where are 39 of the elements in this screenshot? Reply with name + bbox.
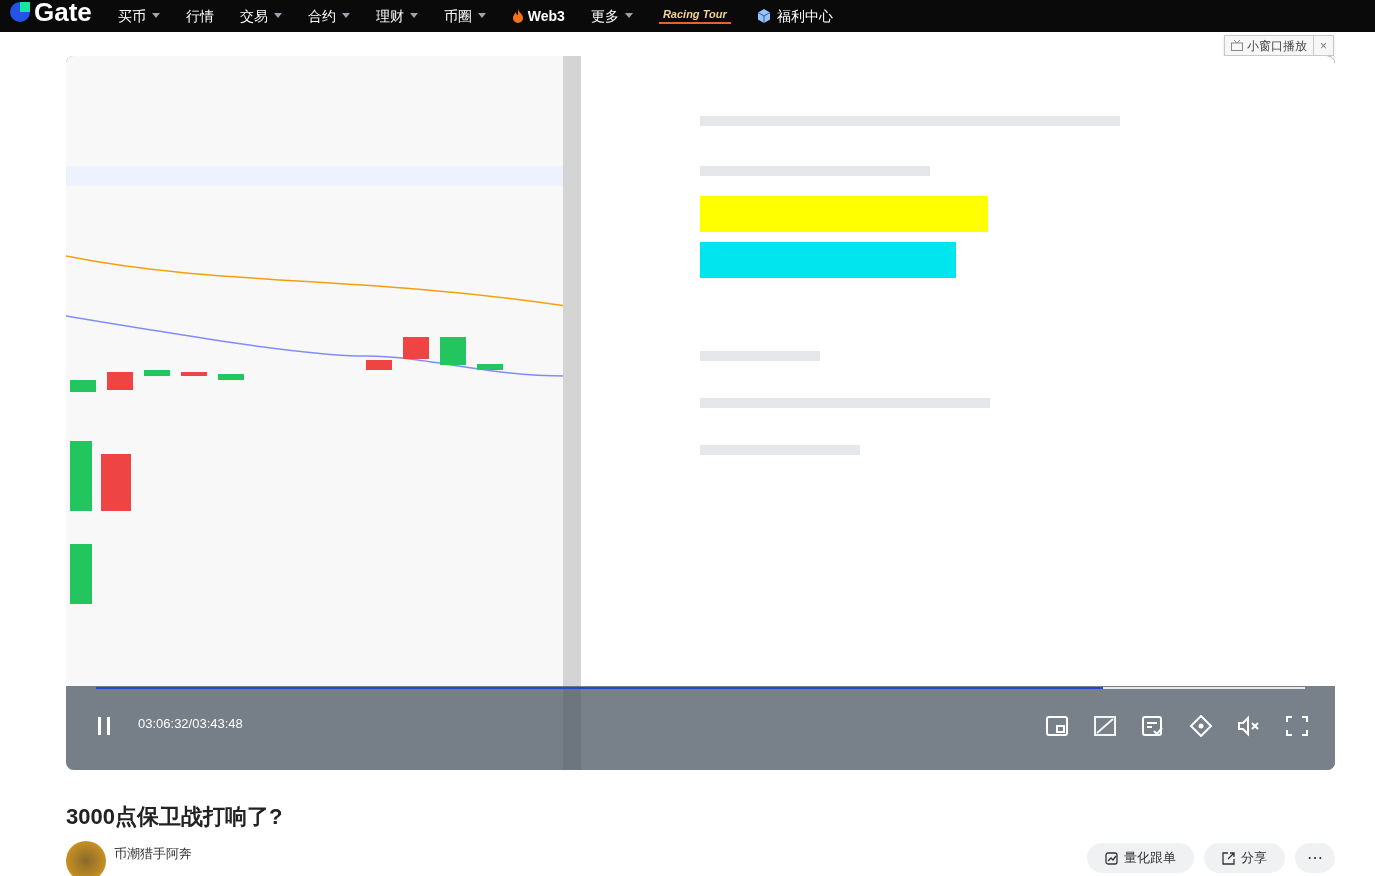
share-icon: [1222, 851, 1235, 865]
caret-icon: [341, 13, 350, 19]
logo-text: Gate: [34, 0, 92, 25]
racing-banner[interactable]: Racing Tour: [658, 8, 731, 24]
cube-icon: [756, 9, 771, 23]
nav-menu[interactable]: 更多: [590, 5, 633, 27]
nav-link[interactable]: 行情: [185, 5, 214, 27]
follow-trade-button[interactable]: 量化跟单: [1087, 843, 1194, 873]
author-name[interactable]: 币潮猎手阿奔: [114, 844, 192, 864]
checklist-icon[interactable]: [1141, 715, 1165, 737]
caret-icon: [477, 13, 486, 19]
video-title: 3000点保卫战打响了?: [65, 803, 284, 831]
logo[interactable]: Gate: [8, 0, 92, 25]
nav-menu[interactable]: 理财: [375, 5, 418, 27]
caret-icon: [624, 13, 633, 19]
mini-player-button[interactable]: 小窗口播放: [1225, 35, 1313, 56]
nav-menu[interactable]: 合约: [307, 5, 350, 27]
caret-icon: [273, 13, 282, 19]
caret-icon: [409, 13, 418, 19]
time-display: 03:06:32/03:43:48: [138, 715, 243, 734]
nav-menu[interactable]: 买币: [117, 5, 160, 27]
share-button[interactable]: 分享: [1204, 843, 1285, 873]
fullscreen-icon[interactable]: [1285, 715, 1309, 737]
close-button[interactable]: ×: [1313, 35, 1333, 56]
video-player[interactable]: 03:06:32/03:43:48: [66, 56, 1335, 770]
mute-icon[interactable]: [1237, 715, 1261, 737]
nav-menu[interactable]: 交易: [239, 5, 282, 27]
nav-link[interactable]: 福利中心: [756, 5, 833, 27]
tv-icon: [1231, 40, 1243, 51]
nav-link[interactable]: Web3: [511, 5, 565, 27]
picture-in-picture-icon[interactable]: [1045, 715, 1069, 737]
fire-icon: [511, 9, 524, 23]
chart-icon: [1105, 851, 1118, 865]
danmaku-off-icon[interactable]: [1093, 715, 1117, 737]
caret-icon: [151, 13, 160, 19]
logo-icon: [8, 0, 32, 24]
nav-menu[interactable]: 币圈: [443, 5, 486, 27]
avatar[interactable]: [66, 841, 106, 876]
more-button[interactable]: ⋯: [1295, 843, 1335, 873]
